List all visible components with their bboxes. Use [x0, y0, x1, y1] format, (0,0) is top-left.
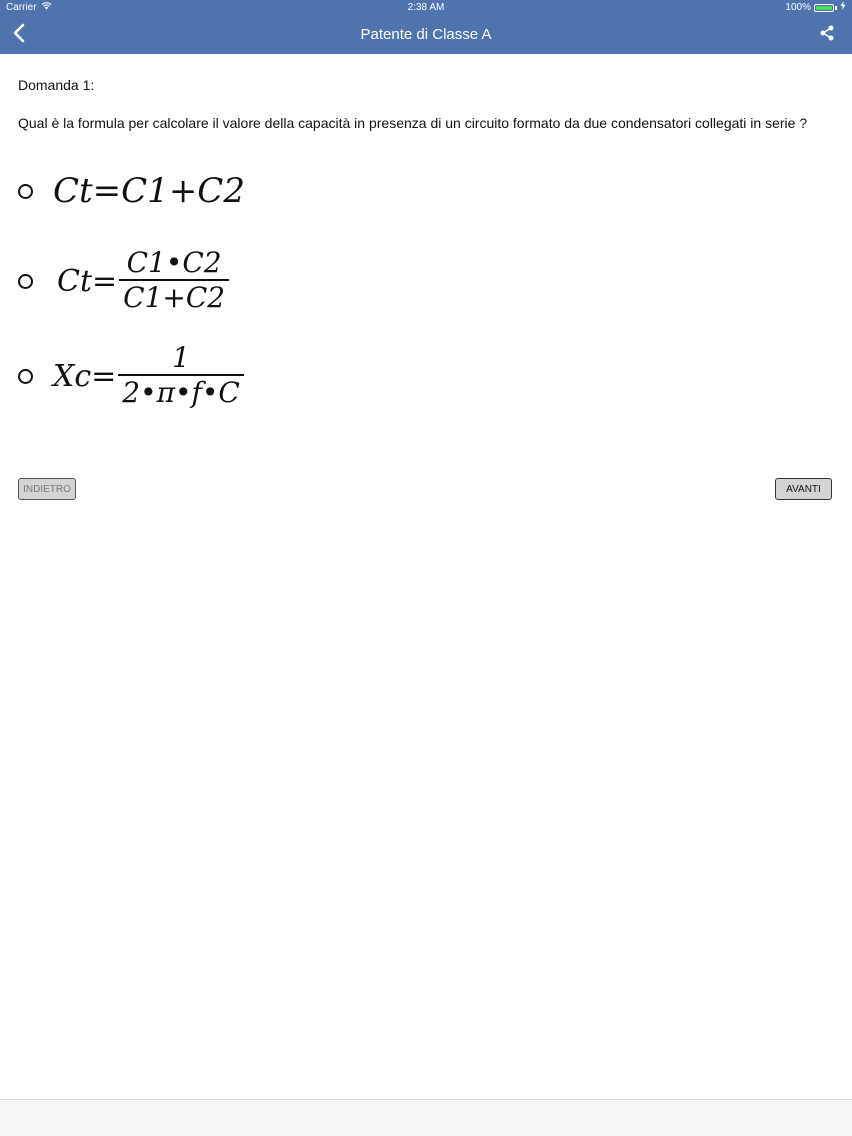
formula-lhs: Ct= [57, 263, 118, 299]
answer-option-3[interactable]: Xc= 1 2•π•f•C [18, 342, 244, 410]
formula-2: Ct= C1•C2 C1+C2 [57, 246, 230, 315]
share-icon [819, 25, 835, 46]
formula-1: Ct=C1+C2 [53, 171, 245, 211]
status-bar: Carrier 2:38 AM 100% [0, 0, 852, 16]
page-title: Patente di Classe A [360, 26, 492, 43]
nav-bar: Patente di Classe A [0, 16, 852, 54]
radio-button[interactable] [18, 368, 33, 384]
question-text: Qual è la formula per calcolare il valor… [18, 115, 808, 131]
status-right: 100% [785, 0, 846, 16]
next-question-button[interactable]: AVANTI [775, 478, 832, 500]
fraction-denominator: C1+C2 [123, 281, 226, 314]
fraction-numerator: C1•C2 [126, 246, 222, 279]
share-button[interactable] [816, 24, 838, 46]
fraction-numerator: 1 [172, 341, 190, 374]
formula-3: Xc= 1 2•π•f•C [53, 342, 244, 410]
bottom-toolbar [0, 1099, 852, 1136]
answer-option-2[interactable]: Ct= C1•C2 C1+C2 [18, 246, 230, 315]
answer-option-1[interactable]: Ct=C1+C2 [18, 171, 245, 211]
radio-button[interactable] [18, 273, 33, 289]
battery-icon [814, 4, 834, 12]
formula-fraction: C1•C2 C1+C2 [119, 246, 230, 315]
status-time: 2:38 AM [407, 2, 445, 13]
back-question-button[interactable]: INDIETRO [18, 478, 76, 500]
fraction-denominator: 2•π•f•C [122, 376, 240, 409]
radio-button[interactable] [18, 183, 33, 199]
charging-icon [840, 0, 846, 16]
formula-fraction: 1 2•π•f•C [118, 342, 244, 410]
formula-lhs: Xc= [53, 358, 117, 394]
question-number: Domanda 1: [18, 77, 95, 93]
formula-text: Ct=C1+C2 [53, 171, 245, 211]
battery-percent: 100% [785, 2, 811, 13]
battery-cap [835, 6, 837, 10]
